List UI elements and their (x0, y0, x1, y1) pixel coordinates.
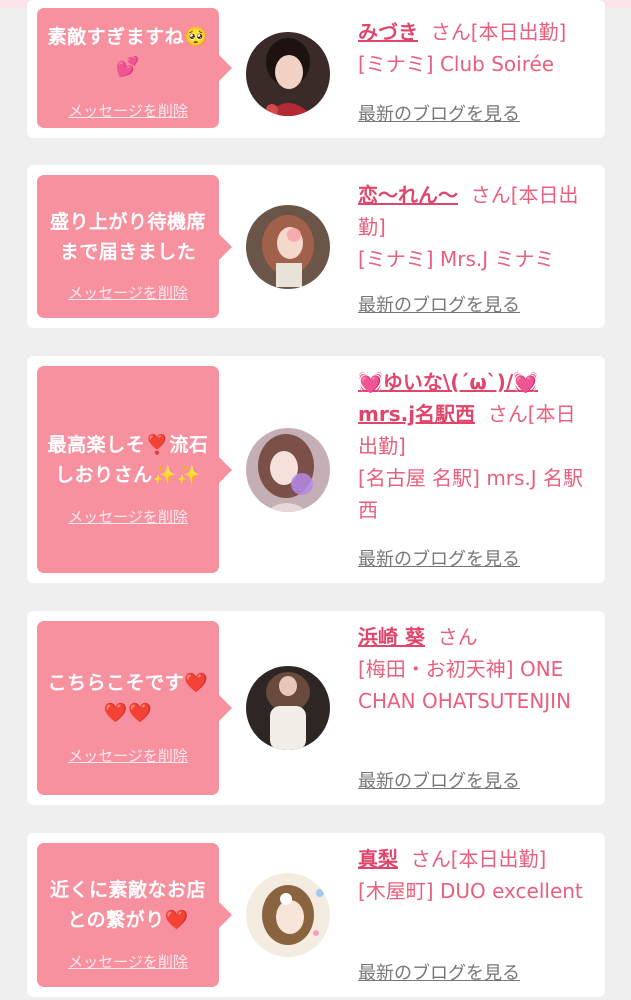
message-text: 最高楽しそ❣️流石 しおりさん✨✨ (43, 430, 213, 490)
message-card: 素敵すぎますね🥺 💕 メッセージを削除 みづき さん[本日出勤] [ミナミ] C… (27, 0, 605, 138)
shop-name: [ミナミ] Mrs.J ミナミ (358, 247, 555, 271)
latest-blog-link[interactable]: 最新のブログを見る (358, 767, 520, 793)
latest-blog-link[interactable]: 最新のブログを見る (358, 291, 520, 317)
message-bubble: こちらこそです❤️ ❤️❤️ メッセージを削除 (37, 621, 232, 795)
message-line: しおりさん✨✨ (55, 464, 201, 486)
avatar[interactable] (246, 205, 330, 289)
message-bubble: 素敵すぎますね🥺 💕 メッセージを削除 (37, 8, 232, 128)
message-card: 盛り上がり待機席 まで届きました メッセージを削除 恋〜れん〜 さん[本日出勤]… (27, 165, 605, 328)
message-line: 💕 (115, 56, 141, 78)
message-line: 近くに素敵なお店 (49, 879, 206, 901)
cast-info: 浜崎 葵 さん [梅田・お初天神] ONE CHAN OHATSUTENJIN (358, 621, 590, 717)
cast-name-link[interactable]: みづき (358, 20, 418, 44)
message-line: まで届きました (59, 241, 197, 263)
honorific: さん (430, 20, 471, 44)
avatar-photo (246, 666, 330, 750)
message-card: 近くに素敵なお店 との繋がり❤️ メッセージを削除 真梨 さん[本日出勤] [木… (27, 833, 605, 997)
delete-message-link[interactable]: メッセージを削除 (37, 745, 219, 766)
message-card: 最高楽しそ❣️流石 しおりさん✨✨ メッセージを削除 💓ゆいな\(´ω`)/💓m… (27, 356, 605, 583)
cast-info: 恋〜れん〜 さん[本日出勤] [ミナミ] Mrs.J ミナミ (358, 179, 590, 275)
message-line: ❤️❤️ (103, 702, 153, 724)
avatar-photo (246, 32, 330, 116)
avatar-photo (246, 428, 330, 512)
latest-blog-link[interactable]: 最新のブログを見る (358, 100, 520, 126)
message-line: 盛り上がり待機席 (49, 211, 206, 233)
delete-message-link[interactable]: メッセージを削除 (37, 282, 219, 303)
shop-name: [ミナミ] Club Soirée (358, 52, 555, 76)
message-line: 素敵すぎますね🥺 (47, 26, 209, 48)
message-line: との繋がり❤️ (67, 909, 189, 931)
message-bubble: 近くに素敵なお店 との繋がり❤️ メッセージを削除 (37, 843, 232, 987)
avatar-photo (246, 205, 330, 289)
shop-name: [木屋町] DUO excellent (358, 879, 583, 903)
avatar[interactable] (246, 428, 330, 512)
avatar-photo (246, 873, 330, 957)
cast-info: 真梨 さん[本日出勤] [木屋町] DUO excellent (358, 843, 590, 907)
message-text: 盛り上がり待機席 まで届きました (43, 207, 213, 267)
delete-message-link[interactable]: メッセージを削除 (37, 506, 219, 527)
honorific: さん (437, 625, 478, 649)
message-line: こちらこそです❤️ (47, 672, 209, 694)
cast-info: 💓ゆいな\(´ω`)/💓mrs.j名駅西 さん[本日出勤] [名古屋 名駅] m… (358, 366, 590, 526)
latest-blog-link[interactable]: 最新のブログを見る (358, 545, 520, 571)
attendance-status: [本日出勤] (450, 847, 547, 871)
avatar[interactable] (246, 666, 330, 750)
cast-info: みづき さん[本日出勤] [ミナミ] Club Soirée (358, 16, 590, 80)
shop-name: [梅田・お初天神] ONE CHAN OHATSUTENJIN (358, 657, 572, 713)
avatar[interactable] (246, 32, 330, 116)
cast-name-link[interactable]: 浜崎 葵 (358, 625, 425, 649)
message-text: 素敵すぎますね🥺 💕 (43, 22, 213, 82)
message-text: こちらこそです❤️ ❤️❤️ (43, 668, 213, 728)
cast-name-link[interactable]: 恋〜れん〜 (358, 183, 458, 207)
honorific: さん (487, 402, 528, 426)
message-text: 近くに素敵なお店 との繋がり❤️ (43, 875, 213, 935)
honorific: さん (410, 847, 451, 871)
honorific: さん (470, 183, 511, 207)
message-line: 最高楽しそ❣️流石 (47, 434, 209, 456)
message-card: こちらこそです❤️ ❤️❤️ メッセージを削除 浜崎 葵 さん [梅田・お初天神… (27, 611, 605, 805)
message-bubble: 盛り上がり待機席 まで届きました メッセージを削除 (37, 175, 232, 318)
delete-message-link[interactable]: メッセージを削除 (37, 100, 219, 121)
message-bubble: 最高楽しそ❣️流石 しおりさん✨✨ メッセージを削除 (37, 366, 232, 573)
delete-message-link[interactable]: メッセージを削除 (37, 951, 219, 972)
avatar[interactable] (246, 873, 330, 957)
shop-name: [名古屋 名駅] mrs.J 名駅西 (358, 466, 584, 522)
attendance-status: [本日出勤] (470, 20, 567, 44)
cast-name-link[interactable]: 真梨 (358, 847, 398, 871)
latest-blog-link[interactable]: 最新のブログを見る (358, 959, 520, 985)
